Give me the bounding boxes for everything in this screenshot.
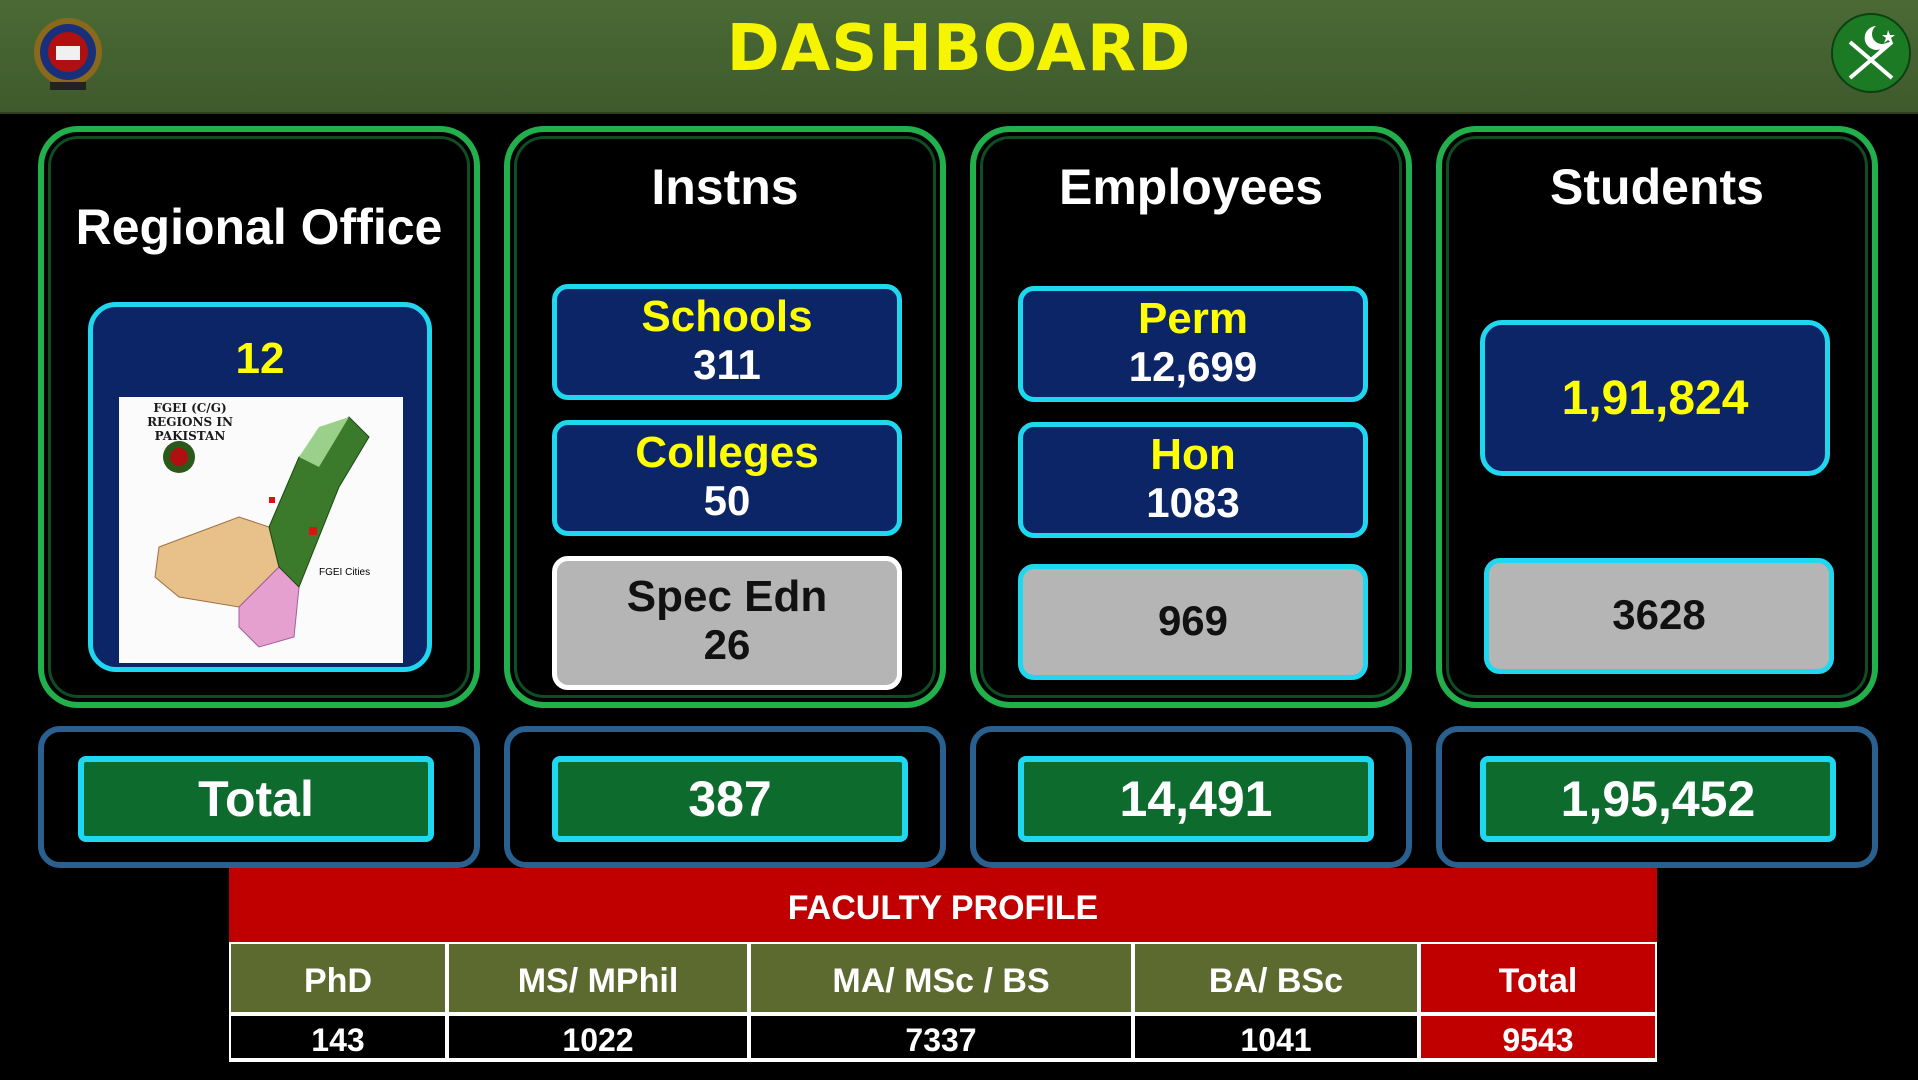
schools-label: Schools — [641, 292, 813, 341]
faculty-value-total: 9543 — [1419, 1014, 1657, 1060]
schools-value: 311 — [693, 341, 761, 388]
header-bar: DASHBOARD — [0, 0, 1918, 114]
hon-tile[interactable]: Hon 1083 — [1018, 422, 1368, 538]
perm-value: 12,699 — [1128, 343, 1258, 390]
total-label-panel: Total — [38, 726, 480, 868]
faculty-header-row: PhD MS/ MPhil MA/ MSc / BS BA/ BSc Total — [229, 942, 1657, 1014]
employees-title: Employees — [1058, 159, 1323, 215]
employees-total-value[interactable]: 14,491 — [1018, 756, 1374, 842]
perm-tile[interactable]: Perm 12,699 — [1018, 286, 1368, 402]
instns-title: Instns — [651, 159, 799, 215]
faculty-header-ms-mphil: MS/ MPhil — [447, 942, 749, 1014]
colleges-label: Colleges — [635, 428, 819, 477]
students-main-value: 1,91,824 — [1561, 372, 1749, 425]
map-legend-label: FGEI Cities — [319, 567, 371, 578]
hon-label: Hon — [1150, 430, 1236, 479]
spec-edn-value: 26 — [703, 621, 751, 668]
faculty-header-phd: PhD — [229, 942, 447, 1014]
map-caption: FGEI (C/G) REGIONS IN PAKISTAN — [147, 401, 233, 443]
hon-value: 1083 — [1146, 479, 1240, 526]
employees-total-panel: 14,491 — [970, 726, 1412, 868]
employees-other-value: 969 — [1157, 597, 1229, 644]
total-label: Total — [78, 756, 434, 842]
faculty-profile-table: FACULTY PROFILE PhD MS/ MPhil MA/ MSc / … — [229, 868, 1657, 1062]
students-other-tile[interactable]: 3628 — [1484, 558, 1834, 674]
students-title: Students — [1550, 159, 1764, 215]
students-panel: Students 1,91,824 3628 — [1436, 126, 1878, 708]
instns-total-panel: 387 — [504, 726, 946, 868]
faculty-value-phd: 143 — [229, 1014, 447, 1060]
regional-office-count: 12 — [235, 334, 285, 383]
regional-office-title: Regional Office — [75, 199, 443, 255]
perm-label: Perm — [1137, 294, 1249, 343]
employees-panel: Employees Perm 12,699 Hon 1083 969 — [970, 126, 1412, 708]
faculty-profile-title: FACULTY PROFILE — [229, 868, 1657, 942]
faculty-value-ma-msc-bs: 7337 — [749, 1014, 1133, 1060]
instns-total-value[interactable]: 387 — [552, 756, 908, 842]
instns-panel: Instns Schools 311 Colleges 50 Spec Edn … — [504, 126, 946, 708]
schools-tile[interactable]: Schools 311 — [552, 284, 902, 400]
pakistan-map-image: FGEI (C/G) REGIONS IN PAKISTAN FGEI Citi… — [119, 397, 403, 663]
faculty-header-ma-msc-bs: MA/ MSc / BS — [749, 942, 1133, 1014]
faculty-value-ms-mphil: 1022 — [447, 1014, 749, 1060]
faculty-header-total: Total — [1419, 942, 1657, 1014]
spec-edn-label: Spec Edn — [626, 572, 828, 621]
employees-other-tile[interactable]: 969 — [1018, 564, 1368, 680]
faculty-header-ba-bsc: BA/ BSc — [1133, 942, 1419, 1014]
spec-edn-tile[interactable]: Spec Edn 26 — [552, 556, 902, 690]
colleges-tile[interactable]: Colleges 50 — [552, 420, 902, 536]
faculty-value-ba-bsc: 1041 — [1133, 1014, 1419, 1060]
students-main-tile[interactable]: 1,91,824 — [1480, 320, 1830, 476]
army-emblem-icon — [1830, 12, 1912, 94]
regional-office-panel: Regional Office 12 FGEI (C/G) REGIONS IN… — [38, 126, 480, 708]
colleges-value: 50 — [703, 477, 751, 524]
students-total-panel: 1,95,452 — [1436, 726, 1878, 868]
faculty-values-row: 143 1022 7337 1041 9543 — [229, 1014, 1657, 1060]
students-total-value[interactable]: 1,95,452 — [1480, 756, 1836, 842]
regional-office-tile[interactable]: 12 FGEI (C/G) REGIONS IN PAKISTAN FGEI C… — [88, 302, 432, 672]
students-other-value: 3628 — [1612, 591, 1706, 638]
page-title: DASHBOARD — [726, 12, 1192, 86]
